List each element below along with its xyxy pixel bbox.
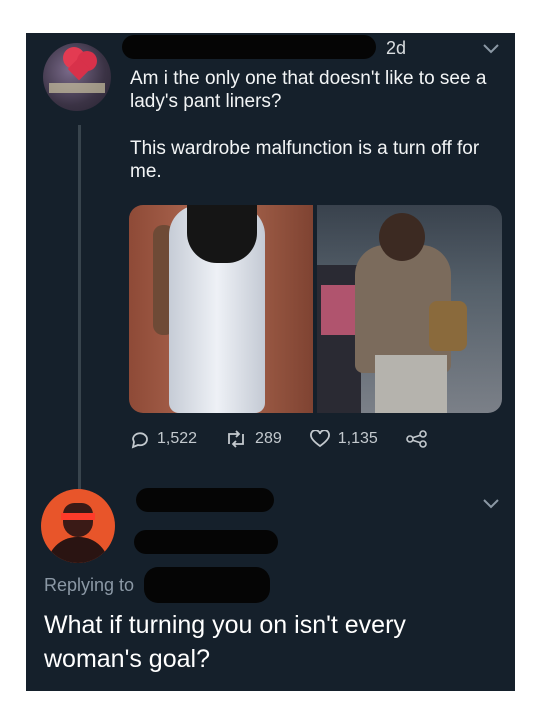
retweet-button[interactable]: 289 [225,430,282,448]
tweet-media[interactable] [129,205,502,413]
retweet-icon [228,430,244,448]
reply-body: What if turning you on isn't every woman… [44,611,406,673]
tweet-body: Am i the only one that doesn't like to s… [130,67,500,202]
tweet-paragraph-1: Am i the only one that doesn't like to s… [130,68,487,112]
chevron-down-icon[interactable] [482,498,500,510]
reply-icon [131,432,148,449]
share-icon [405,430,427,448]
tweet-photo-right[interactable] [317,205,502,413]
author-avatar[interactable] [43,43,111,111]
reply-button[interactable]: 1,522 [129,429,197,449]
redacted-replying-to-handle [144,567,270,603]
like-count: 1,135 [337,430,378,447]
tweet-photo-left[interactable] [129,205,313,413]
retweet-count: 289 [255,430,282,447]
redacted-author-name [122,35,376,59]
like-button[interactable]: 1,135 [309,430,378,448]
chevron-down-icon[interactable] [482,43,500,55]
reply-count: 1,522 [157,430,198,447]
tweet-paragraph-2: This wardrobe malfunction is a turn off … [130,138,480,182]
tweet-timestamp: 2d [386,38,407,58]
redacted-reply-author-name [136,488,274,512]
reply-author-avatar[interactable] [41,489,115,563]
share-button[interactable] [405,430,428,448]
thread-connector-line [78,125,81,521]
replying-to-label: Replying to [44,575,135,595]
tweet-thread-screen: 2d Am i the only one that doesn't like t… [26,33,515,691]
redacted-reply-author-handle [134,530,278,554]
tweet-action-bar: 1,522 289 1,135 [129,429,456,449]
heart-icon [309,430,330,448]
